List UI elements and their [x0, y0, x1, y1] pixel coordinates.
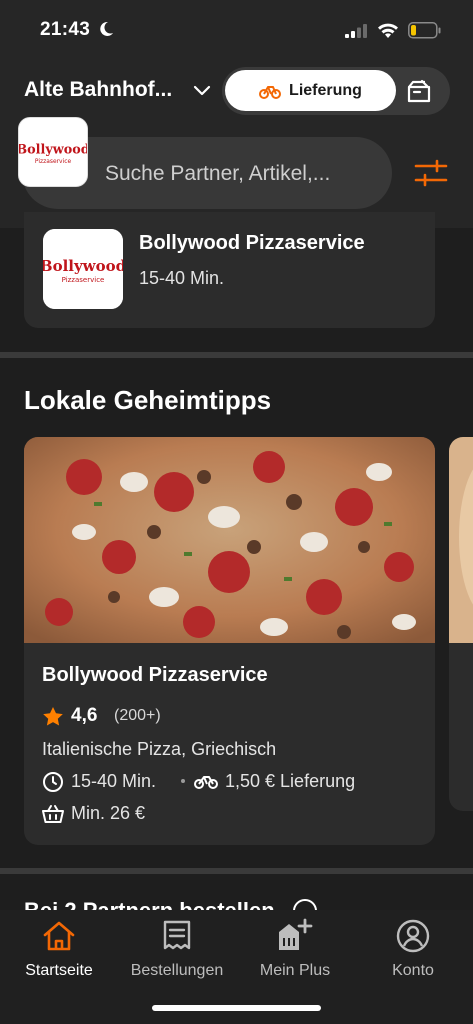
pickup-bag-icon[interactable]	[406, 78, 432, 104]
nav-label: Konto	[392, 962, 434, 979]
section-divider	[0, 868, 473, 874]
separator-dot	[181, 779, 185, 783]
chevron-down-icon[interactable]	[192, 82, 212, 100]
nav-label: Startseite	[25, 962, 93, 979]
rating-value: 4,6	[71, 705, 98, 726]
bicycle-icon	[194, 776, 218, 789]
clock-icon	[43, 772, 63, 792]
account-icon	[396, 919, 430, 953]
nav-account[interactable]: Konto	[354, 910, 472, 990]
basket-icon	[42, 805, 64, 823]
nav-label: Mein Plus	[259, 962, 331, 979]
food-photo	[449, 437, 473, 643]
restaurant-name: Bollywood Pizzaservice	[42, 664, 268, 686]
delivery-fee: 1,50 € Lieferung	[225, 771, 356, 791]
orders-icon	[163, 920, 191, 950]
restaurant-name: Bollywood Pizzaservice	[139, 232, 365, 254]
star-icon	[43, 707, 63, 726]
moon-icon	[100, 21, 113, 36]
restaurant-logo: Bollywood Pizzaservice	[18, 117, 88, 187]
section-divider	[0, 352, 473, 358]
svg-text:Bollywood: Bollywood	[43, 257, 123, 275]
filter-sliders-icon[interactable]	[414, 158, 448, 188]
delivery-time: 15-40 Min.	[139, 268, 225, 288]
status-time: 21:43	[40, 19, 91, 40]
restaurant-card-next[interactable]	[449, 437, 473, 811]
pizza-photo	[24, 437, 435, 643]
wifi-icon	[378, 23, 398, 38]
section-title: Bei 2 Partnern bestellen	[24, 898, 324, 910]
status-bar: 21:43	[0, 0, 473, 60]
delivery-mode-button[interactable]: Lieferung	[225, 70, 396, 111]
plus-icon	[279, 918, 313, 950]
minimum-order: Min. 26 €	[71, 803, 146, 823]
cellular-signal-icon	[345, 24, 367, 38]
svg-text:Bollywood: Bollywood	[19, 143, 87, 158]
nav-orders[interactable]: Bestellungen	[118, 910, 236, 990]
nav-label: Bestellungen	[130, 962, 224, 979]
svg-text:Pizzaservice: Pizzaservice	[35, 158, 72, 165]
home-indicator	[152, 1005, 321, 1011]
cuisine-text: Italienische Pizza, Griechisch	[42, 739, 277, 759]
info-icon[interactable]	[292, 898, 318, 910]
search-placeholder: Suche Partner, Artikel,...	[105, 162, 331, 185]
delivery-address[interactable]: Alte Bahnhof...	[24, 78, 172, 102]
delivery-mode-label: Lieferung	[289, 81, 362, 99]
home-icon	[43, 921, 75, 951]
section-title: Lokale Geheimtipps	[24, 385, 272, 415]
battery-icon	[408, 22, 441, 39]
restaurant-logo: Bollywood Pizzaservice	[43, 229, 123, 309]
nav-home[interactable]: Startseite	[0, 910, 118, 990]
rating-count: (200+)	[114, 707, 161, 724]
delivery-time: 15-40 Min.	[71, 771, 157, 791]
svg-text:Pizzaservice: Pizzaservice	[62, 276, 105, 284]
nav-plus[interactable]: Mein Plus	[236, 910, 354, 990]
bicycle-icon	[259, 85, 282, 99]
